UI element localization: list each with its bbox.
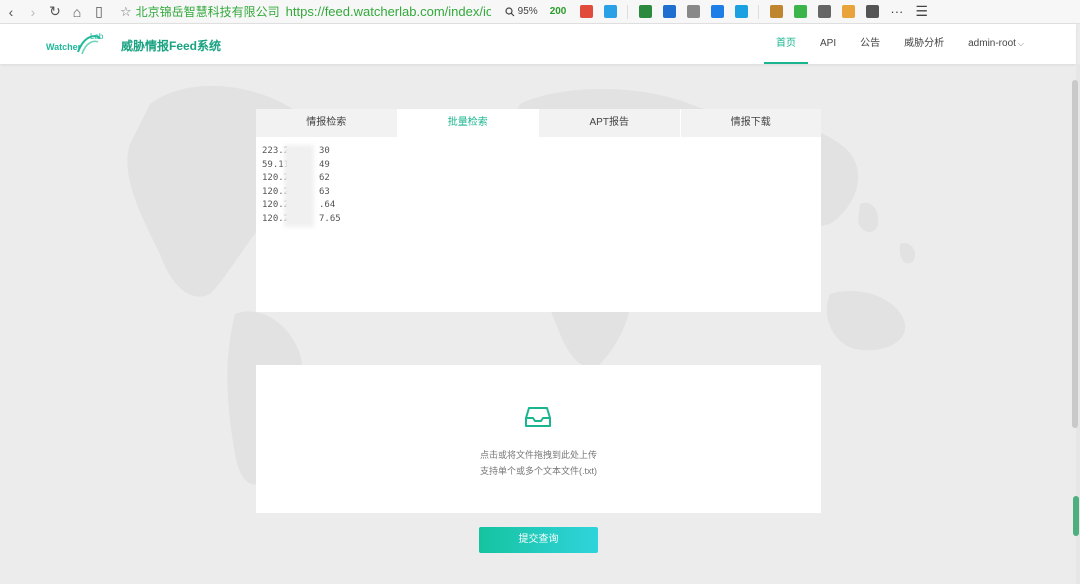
back-button[interactable]: ‹ (0, 1, 22, 23)
browser-extension-icon[interactable] (729, 0, 753, 24)
logo-lab: Lab (90, 32, 104, 41)
logo-text: Watcher (46, 42, 82, 52)
search-tabs: 情报检索 批量检索 APT报告 情报下载 (256, 109, 821, 137)
search-panel: 情报检索 批量检索 APT报告 情报下载 223.2 30 59.11 49 120… (256, 109, 821, 312)
browser-toolbar: ‹ › ↻ ⌂ ▯ ☆ 北京锦岳智慧科技有限公司 https://feed.wa… (0, 0, 1080, 24)
browser-extension-icon[interactable] (860, 0, 884, 24)
side-widget-handle[interactable] (1073, 496, 1079, 536)
tab-apt-report[interactable]: APT报告 (539, 109, 681, 137)
browser-menu-icon[interactable]: ☰ (915, 3, 928, 20)
extension-icons (574, 0, 884, 24)
file-upload-dropzone[interactable]: 点击或将文件拖拽到此处上传 支持单个或多个文本文件(.txt) (256, 365, 821, 513)
more-options-icon[interactable]: ··· (890, 4, 903, 19)
inbox-icon (525, 407, 551, 427)
ip-suffix: 62 (319, 173, 330, 184)
browser-extension-icon[interactable] (633, 0, 657, 24)
chevron-down-icon: ⌵ (1017, 39, 1024, 48)
ip-line: 120.2 63 (262, 186, 815, 200)
watcherlab-logo[interactable]: Watcher Lab (44, 30, 108, 58)
nav-threat-analysis[interactable]: 威胁分析 (892, 24, 956, 64)
top-nav: 首页 API 公告 威胁分析 admin-root ⌵ (763, 24, 1036, 64)
browser-extension-icon[interactable] (812, 0, 836, 24)
home-button[interactable]: ⌂ (66, 1, 88, 23)
ip-suffix: 63 (319, 186, 330, 197)
nav-notice[interactable]: 公告 (848, 24, 892, 64)
ip-suffix: 30 (319, 146, 330, 156)
upload-format-hint: 支持单个或多个文本文件(.txt) (480, 466, 597, 476)
nav-api[interactable]: API (808, 24, 848, 64)
ip-suffix: .64 (319, 200, 336, 211)
ip-line: 223.2 30 (262, 145, 815, 159)
zoom-indicator[interactable]: 95% (505, 6, 538, 17)
tab-intel-download[interactable]: 情报下载 (680, 109, 821, 137)
app-title: 威胁情报Feed系统 (121, 39, 222, 53)
bookmark-star-icon[interactable]: ☆ (120, 4, 132, 20)
batch-ioc-textarea[interactable]: 223.2 30 59.11 49 120.2 62 120.2 63 120.2.64… (256, 137, 821, 235)
nav-home[interactable]: 首页 (763, 24, 808, 64)
zoom-icon (505, 6, 515, 16)
ip-suffix: 7.65 (319, 213, 341, 224)
browser-extension-icon[interactable] (574, 0, 598, 24)
browser-extension-icon[interactable] (598, 0, 622, 24)
browser-extension-icon[interactable] (836, 0, 860, 24)
browser-extension-icon[interactable] (764, 0, 788, 24)
address-bar[interactable]: https://feed.watcherlab.com/index/ioc (286, 4, 491, 19)
user-menu[interactable]: admin-root ⌵ (956, 24, 1036, 64)
reader-mode-icon[interactable]: ▯ (88, 1, 110, 23)
reload-button[interactable]: ↻ (44, 1, 66, 23)
zoom-level: 95% (517, 6, 538, 17)
browser-extension-icon[interactable] (681, 0, 705, 24)
user-name: admin-root (968, 38, 1016, 49)
score-badge[interactable]: 200 (550, 6, 567, 17)
browser-extension-icon[interactable] (788, 0, 812, 24)
ip-suffix: 49 (319, 159, 330, 170)
tab-batch-search[interactable]: 批量检索 (397, 109, 539, 137)
browser-extension-icon[interactable] (657, 0, 681, 24)
ip-line: 120.2.64 (262, 199, 815, 213)
page-scrollbar-thumb[interactable] (1072, 80, 1078, 428)
ip-line: 120.2 62 (262, 172, 815, 186)
site-owner-label: 北京锦岳智慧科技有限公司 (135, 5, 280, 19)
submit-query-button[interactable]: 提交查询 (479, 527, 598, 553)
redaction-blur (284, 145, 314, 227)
app-header: Watcher Lab 威胁情报Feed系统 首页 API 公告 威胁分析 ad… (0, 24, 1076, 64)
forward-button[interactable]: › (22, 1, 44, 23)
ip-line: 120.2 7.65 (262, 213, 815, 227)
upload-hint: 点击或将文件拖拽到此处上传 (479, 450, 597, 460)
tab-intel-search[interactable]: 情报检索 (256, 109, 398, 137)
ip-line: 59.11 49 (262, 159, 815, 173)
browser-extension-icon[interactable] (705, 0, 729, 24)
